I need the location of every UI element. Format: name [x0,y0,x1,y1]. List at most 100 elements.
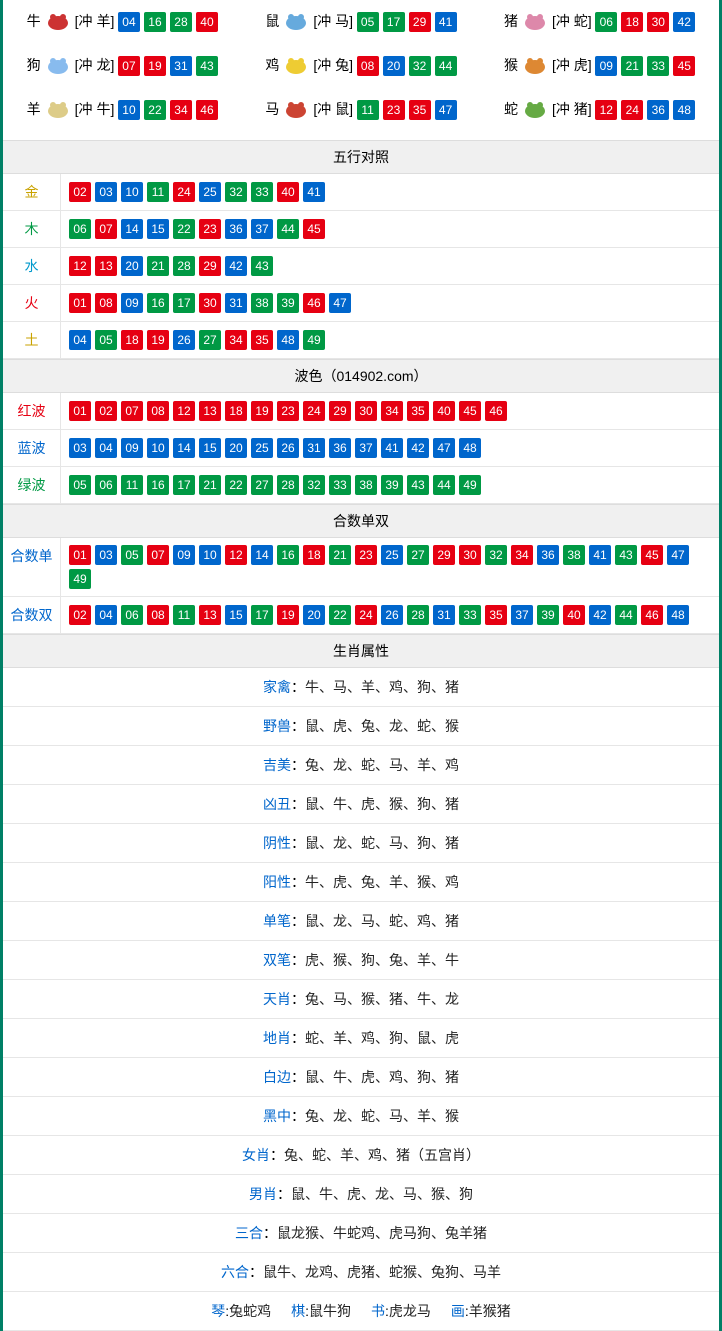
number-ball: 47 [435,100,457,120]
number-ball: 18 [225,401,247,421]
attr-row: 女肖：兔、蛇、羊、鸡、猪（五宫肖） [3,1136,719,1175]
number-ball: 36 [329,438,351,458]
number-ball: 17 [173,475,195,495]
number-ball: 34 [381,401,403,421]
number-ball: 37 [251,219,273,239]
table-row: 金 02031011242532334041 [3,174,719,211]
number-ball: 31 [433,605,455,625]
row-balls: 06071415222336374445 [61,211,333,247]
attr-sep: ： [291,718,305,734]
attr-inline: 画:羊猴猪 [451,1301,511,1321]
attr-val: 蛇、羊、鸡、狗、鼠、虎 [305,1030,459,1046]
number-ball: 03 [95,545,117,565]
number-ball: 17 [251,605,273,625]
row-balls: 02031011242532334041 [61,174,333,210]
zodiac-icon [281,98,311,120]
row-balls: 0204060811131517192022242628313335373940… [61,597,697,633]
number-ball: 09 [173,545,195,565]
number-ball: 39 [381,475,403,495]
table-row: 绿波 05061116172122272832333839434449 [3,467,719,504]
number-ball: 20 [121,256,143,276]
number-ball: 28 [407,605,429,625]
attr-val: 兔、马、猴、猪、牛、龙 [305,991,459,1007]
number-ball: 29 [329,401,351,421]
attr-row: 吉美：兔、龙、蛇、马、羊、鸡 [3,746,719,785]
attr-sep: ： [291,874,305,890]
zodiac-balls: 10223446 [118,100,218,120]
attr-val: 鼠牛狗 [309,1303,351,1319]
number-ball: 11 [173,605,195,625]
number-ball: 48 [667,605,689,625]
attr-val: 牛、虎、兔、羊、猴、鸡 [305,874,459,890]
attr-key: 吉美 [263,757,291,773]
number-ball: 27 [407,545,429,565]
number-ball: 03 [95,182,117,202]
number-ball: 01 [69,545,91,565]
attr-row: 黑中：兔、龙、蛇、马、羊、猴 [3,1097,719,1136]
number-ball: 11 [357,100,379,120]
number-ball: 42 [589,605,611,625]
zodiac-clash: [冲 龙] [75,55,115,75]
number-ball: 46 [196,100,218,120]
number-ball: 32 [485,545,507,565]
number-ball: 32 [225,182,247,202]
number-ball: 35 [251,330,273,350]
attr-sep: ： [270,1147,284,1163]
attr-key: 双笔 [263,952,291,968]
zodiac-clash: [冲 羊] [75,11,115,31]
zodiac-balls: 06183042 [595,12,695,32]
number-ball: 06 [95,475,117,495]
number-ball: 24 [355,605,377,625]
attr-row: 双笔：虎、猴、狗、兔、羊、牛 [3,941,719,980]
page-wrap: 牛 [冲 羊] 04162840 鼠 [冲 马] 05172941 猪 [冲 蛇… [0,0,722,1331]
row-balls: 0103050709101214161821232527293032343638… [61,538,719,596]
table-row: 土 04051819262734354849 [3,322,719,359]
number-ball: 14 [121,219,143,239]
number-ball: 37 [355,438,377,458]
zodiac-name: 狗 [27,55,41,75]
number-ball: 27 [251,475,273,495]
row-label: 合数单 [3,538,61,596]
number-ball: 37 [511,605,533,625]
number-ball: 16 [147,293,169,313]
number-ball: 05 [69,475,91,495]
attr-key: 天肖 [263,991,291,1007]
number-ball: 22 [173,219,195,239]
number-ball: 39 [277,293,299,313]
attr-sep: ： [277,1186,291,1202]
attr-val: 羊猴猪 [469,1303,511,1319]
row-label: 红波 [3,393,61,429]
heshu-header: 合数单双 [3,504,719,538]
number-ball: 27 [199,330,221,350]
number-ball: 19 [144,56,166,76]
number-ball: 31 [225,293,247,313]
number-ball: 47 [433,438,455,458]
number-ball: 15 [199,438,221,458]
number-ball: 21 [329,545,351,565]
number-ball: 12 [173,401,195,421]
zodiac-name: 鼠 [265,11,279,31]
number-ball: 38 [355,475,377,495]
row-label: 水 [3,248,61,284]
number-ball: 20 [303,605,325,625]
attrs-table: 家禽：牛、马、羊、鸡、狗、猪 野兽：鼠、虎、兔、龙、蛇、猴 吉美：兔、龙、蛇、马… [3,668,719,1331]
zodiac-clash: [冲 兔] [313,55,353,75]
number-ball: 29 [433,545,455,565]
number-ball: 45 [641,545,663,565]
number-ball: 15 [225,605,247,625]
number-ball: 07 [121,401,143,421]
number-ball: 19 [251,401,273,421]
number-ball: 46 [485,401,507,421]
number-ball: 45 [303,219,325,239]
number-ball: 30 [355,401,377,421]
number-ball: 18 [303,545,325,565]
wuxing-table: 金 02031011242532334041 木 060714152223363… [3,174,719,359]
number-ball: 08 [147,401,169,421]
number-ball: 04 [95,605,117,625]
zodiac-balls: 12243648 [595,100,695,120]
attr-row: 六合：鼠牛、龙鸡、虎猪、蛇猴、兔狗、马羊 [3,1253,719,1292]
row-label: 木 [3,211,61,247]
number-ball: 41 [381,438,403,458]
number-ball: 33 [251,182,273,202]
attr-sep: ： [291,757,305,773]
